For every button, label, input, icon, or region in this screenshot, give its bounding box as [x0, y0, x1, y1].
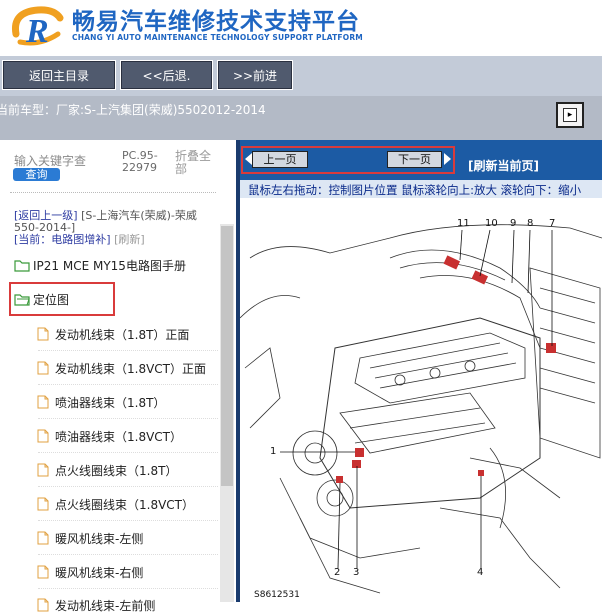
list-item-label: 发动机线束（1.8T）正面	[55, 328, 190, 342]
toggle-arrow-icon: ▸	[563, 108, 577, 122]
search-button[interactable]: 查询	[13, 168, 60, 181]
changyi-logo-icon: R	[11, 6, 64, 50]
viewer-hint: 鼠标左右拖动：控制图片位置 鼠标滚轮向上:放大 滚轮向下：缩小	[248, 183, 582, 197]
pc-code: PC.95-22979	[122, 149, 158, 174]
refresh-link[interactable]: [刷新]	[114, 233, 145, 246]
list-item-label: 暖风机线束-左侧	[55, 532, 144, 546]
document-icon	[37, 395, 49, 409]
document-icon	[37, 497, 49, 511]
document-icon	[37, 598, 49, 612]
divider	[38, 486, 218, 487]
current-node: [当前：电路图增补]	[14, 233, 111, 246]
list-item-label: 喷油器线束（1.8T）	[55, 396, 166, 410]
home-button[interactable]: 返回主目录	[2, 60, 116, 90]
engine-locator-diagram	[240, 224, 602, 594]
list-item-label: 喷油器线束（1.8VCT）	[55, 430, 183, 444]
forward-button[interactable]: >>前进	[217, 60, 293, 90]
back-button[interactable]: <<后退.	[120, 60, 213, 90]
next-page-button[interactable]: 下一页	[387, 151, 442, 168]
divider	[38, 384, 218, 385]
list-item-label: 点火线圈线束（1.8VCT）	[55, 498, 195, 512]
list-item-label: 发动机线束（1.8VCT）正面	[55, 362, 207, 376]
selection-highlight	[9, 282, 115, 316]
divider	[38, 418, 218, 419]
callout-label: 7	[549, 218, 556, 229]
document-icon	[37, 361, 49, 375]
document-icon	[37, 429, 49, 443]
callout-label: 1	[270, 446, 277, 457]
divider	[38, 452, 218, 453]
arrow-left-icon	[245, 153, 252, 165]
figure-code: S8612531	[254, 590, 300, 600]
arrow-right-icon	[444, 153, 451, 165]
folder-icon	[14, 260, 30, 272]
prev-page-button[interactable]: 上一页	[252, 151, 308, 168]
divider	[38, 588, 218, 589]
collapse-all-link[interactable]: 折叠全部	[175, 150, 215, 176]
current-vehicle: 当前车型：厂家:S-上汽集团(荣威)5502012-2014	[0, 101, 266, 118]
callout-label: 8	[527, 218, 534, 229]
document-icon	[37, 565, 49, 579]
divider	[38, 554, 218, 555]
document-icon	[37, 327, 49, 341]
callout-label: 9	[510, 218, 517, 229]
divider	[38, 520, 218, 521]
folder-label: IP21 MCE MY15电路图手册	[33, 259, 186, 273]
divider	[38, 350, 218, 351]
document-icon	[37, 531, 49, 545]
svg-text:R: R	[25, 13, 49, 50]
list-item-label: 点火线圈线束（1.8T）	[55, 464, 178, 478]
refresh-page-link[interactable]: [刷新当前页]	[468, 157, 539, 174]
site-title: 畅易汽车维修技术支持平台	[72, 9, 360, 35]
callout-label: 2	[334, 567, 341, 578]
search-input[interactable]: 输入关键字查	[14, 152, 86, 169]
divider	[10, 192, 216, 193]
list-item-label: 暖风机线束-右侧	[55, 566, 144, 580]
scrollbar-thumb[interactable]	[221, 226, 233, 486]
callout-label: 11	[457, 218, 470, 229]
callout-label: 3	[353, 567, 360, 578]
site-subtitle: CHANG YI AUTO MAINTENANCE TECHNOLOGY SUP…	[72, 33, 363, 42]
callout-label: 10	[485, 218, 498, 229]
document-icon	[37, 463, 49, 477]
callout-label: 4	[477, 567, 484, 578]
breadcrumb: [返回上一级] [S-上海汽车(荣威)-荣威550-2014-] [当前：电路图…	[14, 210, 214, 246]
vehicle-value: 厂家:S-上汽集团(荣威)5502012-2014	[56, 103, 266, 117]
list-item-label: 发动机线束-左前侧	[55, 599, 156, 613]
vehicle-label: 当前车型：	[0, 103, 57, 117]
diagram-viewer[interactable]: 11 10 9 8 7 1 2 3 4	[240, 198, 602, 602]
